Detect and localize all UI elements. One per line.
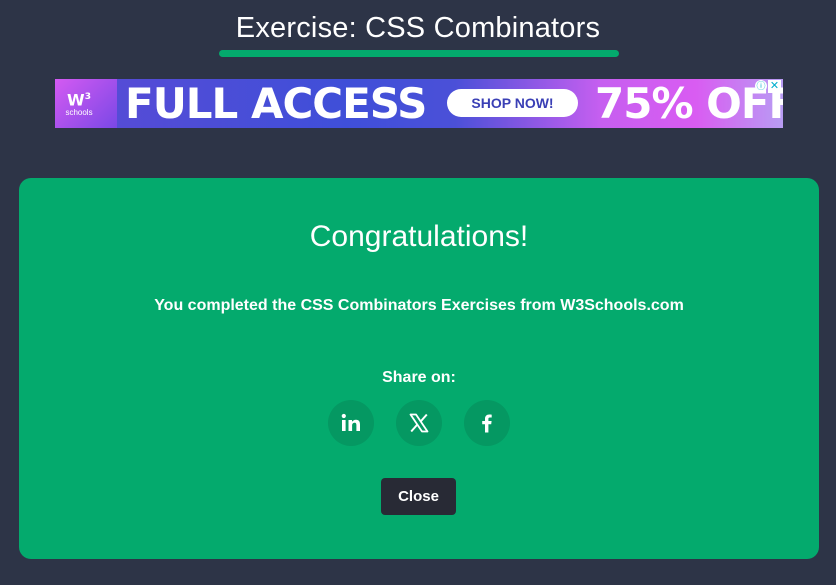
share-linkedin-button[interactable] <box>328 400 374 446</box>
ad-logo-tile: W3 schools <box>55 79 117 128</box>
ad-headline: FULL ACCESS <box>125 79 427 128</box>
share-label: Share on: <box>382 369 456 386</box>
x-icon <box>409 413 429 433</box>
dialog-message: You completed the CSS Combinators Exerci… <box>154 297 684 314</box>
ad-logo-text: schools <box>65 108 93 118</box>
dialog-heading: Congratulations! <box>309 220 529 253</box>
ad-banner[interactable]: W3 schools FULL ACCESS SHOP NOW! 75% OFF… <box>55 79 783 128</box>
page-title: Exercise: CSS Combinators <box>235 12 601 44</box>
close-button[interactable]: Close <box>381 478 456 515</box>
linkedin-icon <box>341 413 360 431</box>
ad-info-icon[interactable]: ⓘ <box>755 80 767 92</box>
facebook-icon <box>482 414 492 433</box>
share-facebook-button[interactable] <box>464 400 510 446</box>
page: Exercise: CSS Combinators W3 schools FUL… <box>0 0 836 585</box>
w3schools-logo: W3 schools <box>61 89 97 119</box>
ad-logo-mark: W3 <box>67 90 91 110</box>
title-underline <box>219 50 619 57</box>
ad-close-icon[interactable]: ✕ <box>768 80 781 93</box>
share-x-button[interactable] <box>396 400 442 446</box>
ad-shop-now-button[interactable]: SHOP NOW! <box>447 89 578 117</box>
congratulations-dialog: Congratulations! You completed the CSS C… <box>19 178 819 559</box>
